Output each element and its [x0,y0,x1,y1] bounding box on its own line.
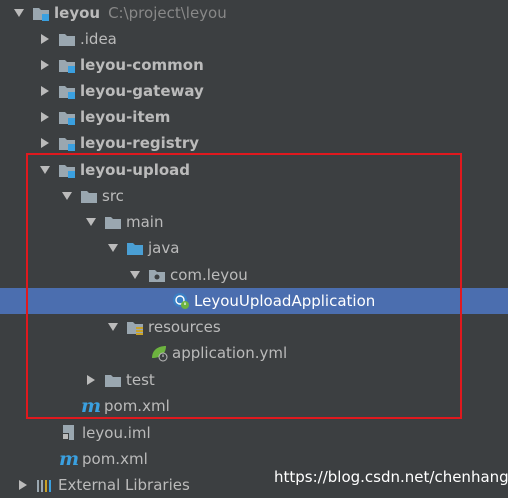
module-folder-icon [58,56,76,74]
maven-icon: m [58,448,80,470]
tree-row-src[interactable]: src [0,183,508,209]
folder-icon [80,187,98,205]
tree-label: External Libraries [58,476,190,494]
tree-row-java[interactable]: java [0,235,508,261]
tree-label: pom.xml [104,397,170,415]
module-folder-icon [32,4,50,22]
tree-label: leyou-upload [80,161,191,179]
tree-row-leyou[interactable]: leyou C:\project\leyou [0,0,508,26]
tree-row-application-yml[interactable]: application.yml [0,340,508,366]
tree-label: .idea [80,30,117,48]
tree-label: leyou-registry [80,134,200,152]
tree-row-pom-xml-upload[interactable]: m pom.xml [0,393,508,419]
package-icon [148,266,166,284]
tree-row-idea[interactable]: .idea [0,26,508,52]
chevron-down-icon[interactable] [106,320,120,334]
tree-label: main [126,213,164,231]
folder-icon [58,30,76,48]
module-folder-icon [58,161,76,179]
chevron-right-icon[interactable] [38,84,52,98]
module-folder-icon [58,82,76,100]
folder-icon [104,371,122,389]
tree-label: resources [148,318,221,336]
tree-label: java [148,239,180,257]
tree-label: leyou.iml [82,424,151,442]
tree-row-com-leyou[interactable]: com.leyou [0,262,508,288]
tree-label: leyou-common [80,56,204,74]
tree-label: leyou-gateway [80,82,204,100]
tree-row-leyou-iml[interactable]: leyou.iml [0,420,508,446]
tree-label: LeyouUploadApplication [194,292,376,310]
project-path: C:\project\leyou [108,4,227,22]
chevron-right-icon[interactable] [16,478,30,492]
tree-label: pom.xml [82,450,148,468]
chevron-down-icon[interactable] [106,241,120,255]
chevron-right-icon[interactable] [38,136,52,150]
tree-row-leyou-upload[interactable]: leyou-upload [0,157,508,183]
tree-label: leyou [54,4,101,22]
libraries-icon [36,476,54,494]
chevron-down-icon[interactable] [128,268,142,282]
tree-row-leyou-upload-application[interactable]: LeyouUploadApplication [0,288,508,314]
resources-folder-icon [126,318,144,336]
chevron-down-icon[interactable] [84,215,98,229]
tree-label: src [102,187,124,205]
chevron-right-icon[interactable] [38,58,52,72]
tree-label: leyou-item [80,108,171,126]
tree-label: com.leyou [170,266,248,284]
chevron-down-icon[interactable] [38,163,52,177]
chevron-right-icon[interactable] [84,373,98,387]
module-folder-icon [58,108,76,126]
chevron-down-icon[interactable] [12,6,26,20]
spring-boot-class-icon [172,292,190,310]
tree-row-leyou-registry[interactable]: leyou-registry [0,130,508,156]
tree-row-leyou-item[interactable]: leyou-item [0,104,508,130]
tree-label: test [126,371,155,389]
tree-row-main[interactable]: main [0,209,508,235]
module-folder-icon [58,134,76,152]
maven-icon: m [80,395,102,417]
spring-config-icon [150,344,168,362]
iml-file-icon [60,424,78,442]
tree-label: application.yml [172,344,288,362]
chevron-right-icon[interactable] [38,110,52,124]
chevron-right-icon[interactable] [38,32,52,46]
source-folder-icon [126,239,144,257]
tree-row-leyou-gateway[interactable]: leyou-gateway [0,78,508,104]
folder-icon [104,213,122,231]
watermark: https://blog.csdn.net/chenhangx [274,468,508,486]
project-tree: leyou C:\project\leyou .idea leyou-commo… [0,0,508,496]
tree-row-leyou-common[interactable]: leyou-common [0,52,508,78]
chevron-down-icon[interactable] [60,189,74,203]
tree-row-resources[interactable]: resources [0,314,508,340]
tree-row-test[interactable]: test [0,367,508,393]
